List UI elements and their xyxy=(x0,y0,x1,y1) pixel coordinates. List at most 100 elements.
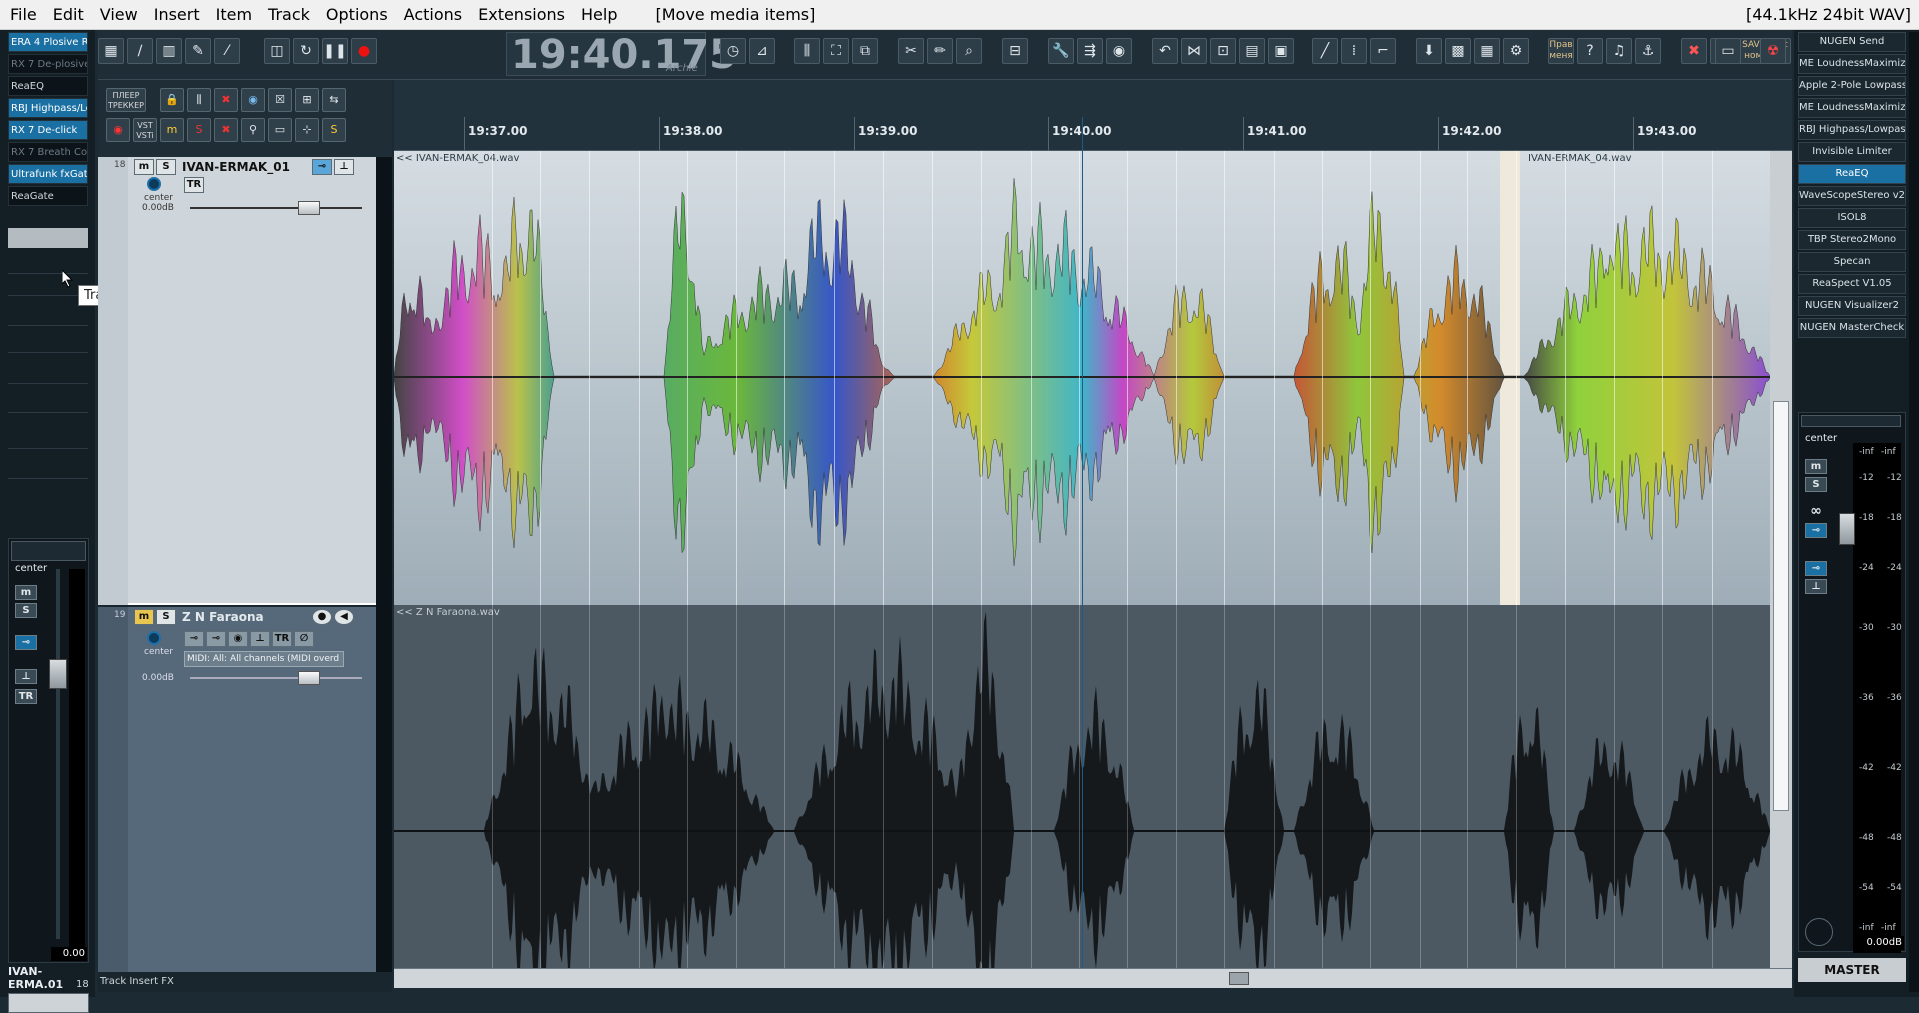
help-icon[interactable]: ? xyxy=(1577,38,1603,64)
fx-item[interactable]: Specan xyxy=(1798,252,1906,272)
stop-icon[interactable]: ◫ xyxy=(264,38,290,64)
fx-item[interactable]: RX 7 Breath Contr xyxy=(8,142,88,162)
solo-button[interactable]: S xyxy=(1805,477,1827,492)
menu-edit[interactable]: Edit xyxy=(45,0,92,30)
speaker-icon[interactable]: ◀ xyxy=(334,609,354,625)
mute-button[interactable]: m xyxy=(134,159,154,175)
routing-icon[interactable]: ⇶ xyxy=(1077,38,1103,64)
menu-insert[interactable]: Insert xyxy=(146,0,208,30)
input-icon[interactable]: ◉ xyxy=(228,631,248,647)
snap-icon[interactable]: ⊿ xyxy=(749,38,775,64)
fx-item[interactable]: Ultrafunk fxGate R xyxy=(8,164,88,184)
route-icon[interactable]: ⇆ xyxy=(322,88,346,112)
mixer-small-icon[interactable]: ⫼ xyxy=(187,88,211,112)
record-arm-icon[interactable]: ◉ xyxy=(106,118,130,142)
brush-icon[interactable]: ╱ xyxy=(1312,38,1338,64)
headphones-icon[interactable]: ♫ xyxy=(1606,38,1632,64)
master-volume-fader[interactable] xyxy=(1839,513,1855,545)
mute-button[interactable]: m xyxy=(15,585,37,600)
fx-item[interactable]: RX 7 De-plosive xyxy=(8,54,88,74)
fx-item[interactable]: ReaSpect V1.05 xyxy=(1798,274,1906,294)
monitor-icon[interactable]: ▭ xyxy=(1715,38,1741,64)
phase-icon[interactable]: ⊥ xyxy=(1805,579,1827,594)
fx-item[interactable]: ERA 4 Plosive Rem xyxy=(8,32,88,52)
fx-item[interactable]: RX 7 De-click xyxy=(8,120,88,140)
pan-knob[interactable] xyxy=(147,631,161,645)
phase-icon[interactable]: ⊥ xyxy=(334,159,354,175)
record-icon[interactable]: ● xyxy=(351,38,377,64)
metronome-icon[interactable]: ◷ xyxy=(720,38,746,64)
menu-view[interactable]: View xyxy=(92,0,146,30)
menu-extensions[interactable]: Extensions xyxy=(470,0,573,30)
fx-item[interactable]: ReaEQ xyxy=(8,76,88,96)
table-icon[interactable]: ▦ xyxy=(1474,38,1500,64)
track-header[interactable]: 19 m S Z N Faraona ● ◀ ⊸ ⊸ ◉ ⊥ TR ∅ cent… xyxy=(98,607,377,972)
track-name[interactable]: Z N Faraona xyxy=(182,610,264,624)
tree-icon[interactable]: ⊞ xyxy=(295,88,319,112)
fx-item[interactable]: ISOL8 xyxy=(1798,208,1906,228)
render-icon[interactable]: ⬇ xyxy=(1416,38,1442,64)
volume-fader[interactable] xyxy=(298,671,320,685)
menu-item[interactable]: Item xyxy=(208,0,260,30)
fx-item[interactable]: TBP Stereo2Mono xyxy=(1798,230,1906,250)
meter-icon[interactable]: ▤ xyxy=(1239,38,1265,64)
radiation-icon[interactable]: ☢ xyxy=(1760,38,1786,64)
link-icon[interactable]: ∞ xyxy=(1805,504,1827,520)
solo-button[interactable]: S xyxy=(15,603,37,618)
phase-invert-icon[interactable]: ∅ xyxy=(294,631,314,647)
volume-fader[interactable] xyxy=(298,201,320,215)
zoom-icon[interactable]: ⌕ xyxy=(956,38,982,64)
grid-icon[interactable]: ▦ xyxy=(98,38,124,64)
mute-all-icon[interactable]: m xyxy=(160,118,184,142)
scroll-thumb[interactable] xyxy=(1773,401,1789,811)
solo-icon[interactable]: S xyxy=(322,118,346,142)
routing-icon[interactable]: ⊸ xyxy=(1805,561,1827,576)
film-icon[interactable]: ▩ xyxy=(1445,38,1471,64)
fx-bypass-icon[interactable]: ✖ xyxy=(1681,38,1707,64)
pan-slider[interactable] xyxy=(1801,415,1901,427)
solo-button[interactable]: S xyxy=(156,609,176,625)
dots-icon[interactable]: ⁞ xyxy=(1341,38,1367,64)
undo-icon[interactable]: ↶ xyxy=(1152,38,1178,64)
fx-enable-icon[interactable]: ⊸ xyxy=(1805,523,1827,538)
mute-button[interactable]: m xyxy=(134,609,154,625)
bracket-icon[interactable]: ⌐ xyxy=(1370,38,1396,64)
phase-icon[interactable]: ⊥ xyxy=(15,669,37,684)
draw-icon[interactable]: ✏ xyxy=(927,38,953,64)
mute-button[interactable]: m xyxy=(1805,459,1827,474)
fit-icon[interactable]: ⛶ xyxy=(823,38,849,64)
fx-item[interactable]: RBJ Highpass/Low xyxy=(8,98,88,118)
fx-item[interactable]: ReaGate xyxy=(8,186,88,206)
fx-item[interactable]: NUGEN MasterCheck xyxy=(1798,318,1906,338)
menu-track[interactable]: Track xyxy=(260,0,318,30)
swing-icon[interactable]: ◉ xyxy=(1106,38,1132,64)
solo-button[interactable]: S xyxy=(156,159,176,175)
color-icon[interactable]: ▥ xyxy=(156,38,182,64)
play-cursor[interactable] xyxy=(1082,117,1083,968)
loop-icon[interactable]: ↻ xyxy=(293,38,319,64)
menu-options[interactable]: Options xyxy=(318,0,396,30)
tr-button[interactable]: TR xyxy=(272,631,292,647)
pencil-icon[interactable]: ✎ xyxy=(185,38,211,64)
horizontal-scrollbar[interactable] xyxy=(394,968,1792,988)
tr-button[interactable]: TR xyxy=(184,177,204,193)
fx-item[interactable]: NUGEN Visualizer2 xyxy=(1798,296,1906,316)
fx-item[interactable]: ReaEQ xyxy=(1798,164,1906,184)
volume-fader[interactable] xyxy=(49,659,67,689)
track-header[interactable]: 18 m S IVAN-ERMAK_01 ⊸ ⊥ TR center 0.00d… xyxy=(98,157,377,605)
solo-off-icon[interactable]: S xyxy=(187,118,211,142)
tcp-scrollbar[interactable] xyxy=(376,157,392,972)
fx-item[interactable]: ME LoudnessMaximizer xyxy=(1798,98,1906,118)
pause-icon[interactable]: ❚❚ xyxy=(322,38,348,64)
scissors-icon[interactable]: ✂ xyxy=(898,38,924,64)
vertical-scrollbar[interactable] xyxy=(1770,151,1792,968)
timeline-ruler[interactable]: 19:37.00 19:38.00 19:39.00 19:40.00 19:4… xyxy=(394,117,1792,151)
menu-help[interactable]: Help xyxy=(573,0,625,30)
routing-icon[interactable]: ⊸ xyxy=(206,631,226,647)
pan-knob[interactable] xyxy=(147,177,161,191)
menu-file[interactable]: File xyxy=(0,0,45,30)
fx-icon[interactable]: ⊸ xyxy=(312,159,332,175)
wand-icon[interactable]: ⚲ xyxy=(241,118,265,142)
fx-item[interactable]: WaveScopeStereo v2 xyxy=(1798,186,1906,206)
settings-icon[interactable]: ⚙ xyxy=(1503,38,1529,64)
